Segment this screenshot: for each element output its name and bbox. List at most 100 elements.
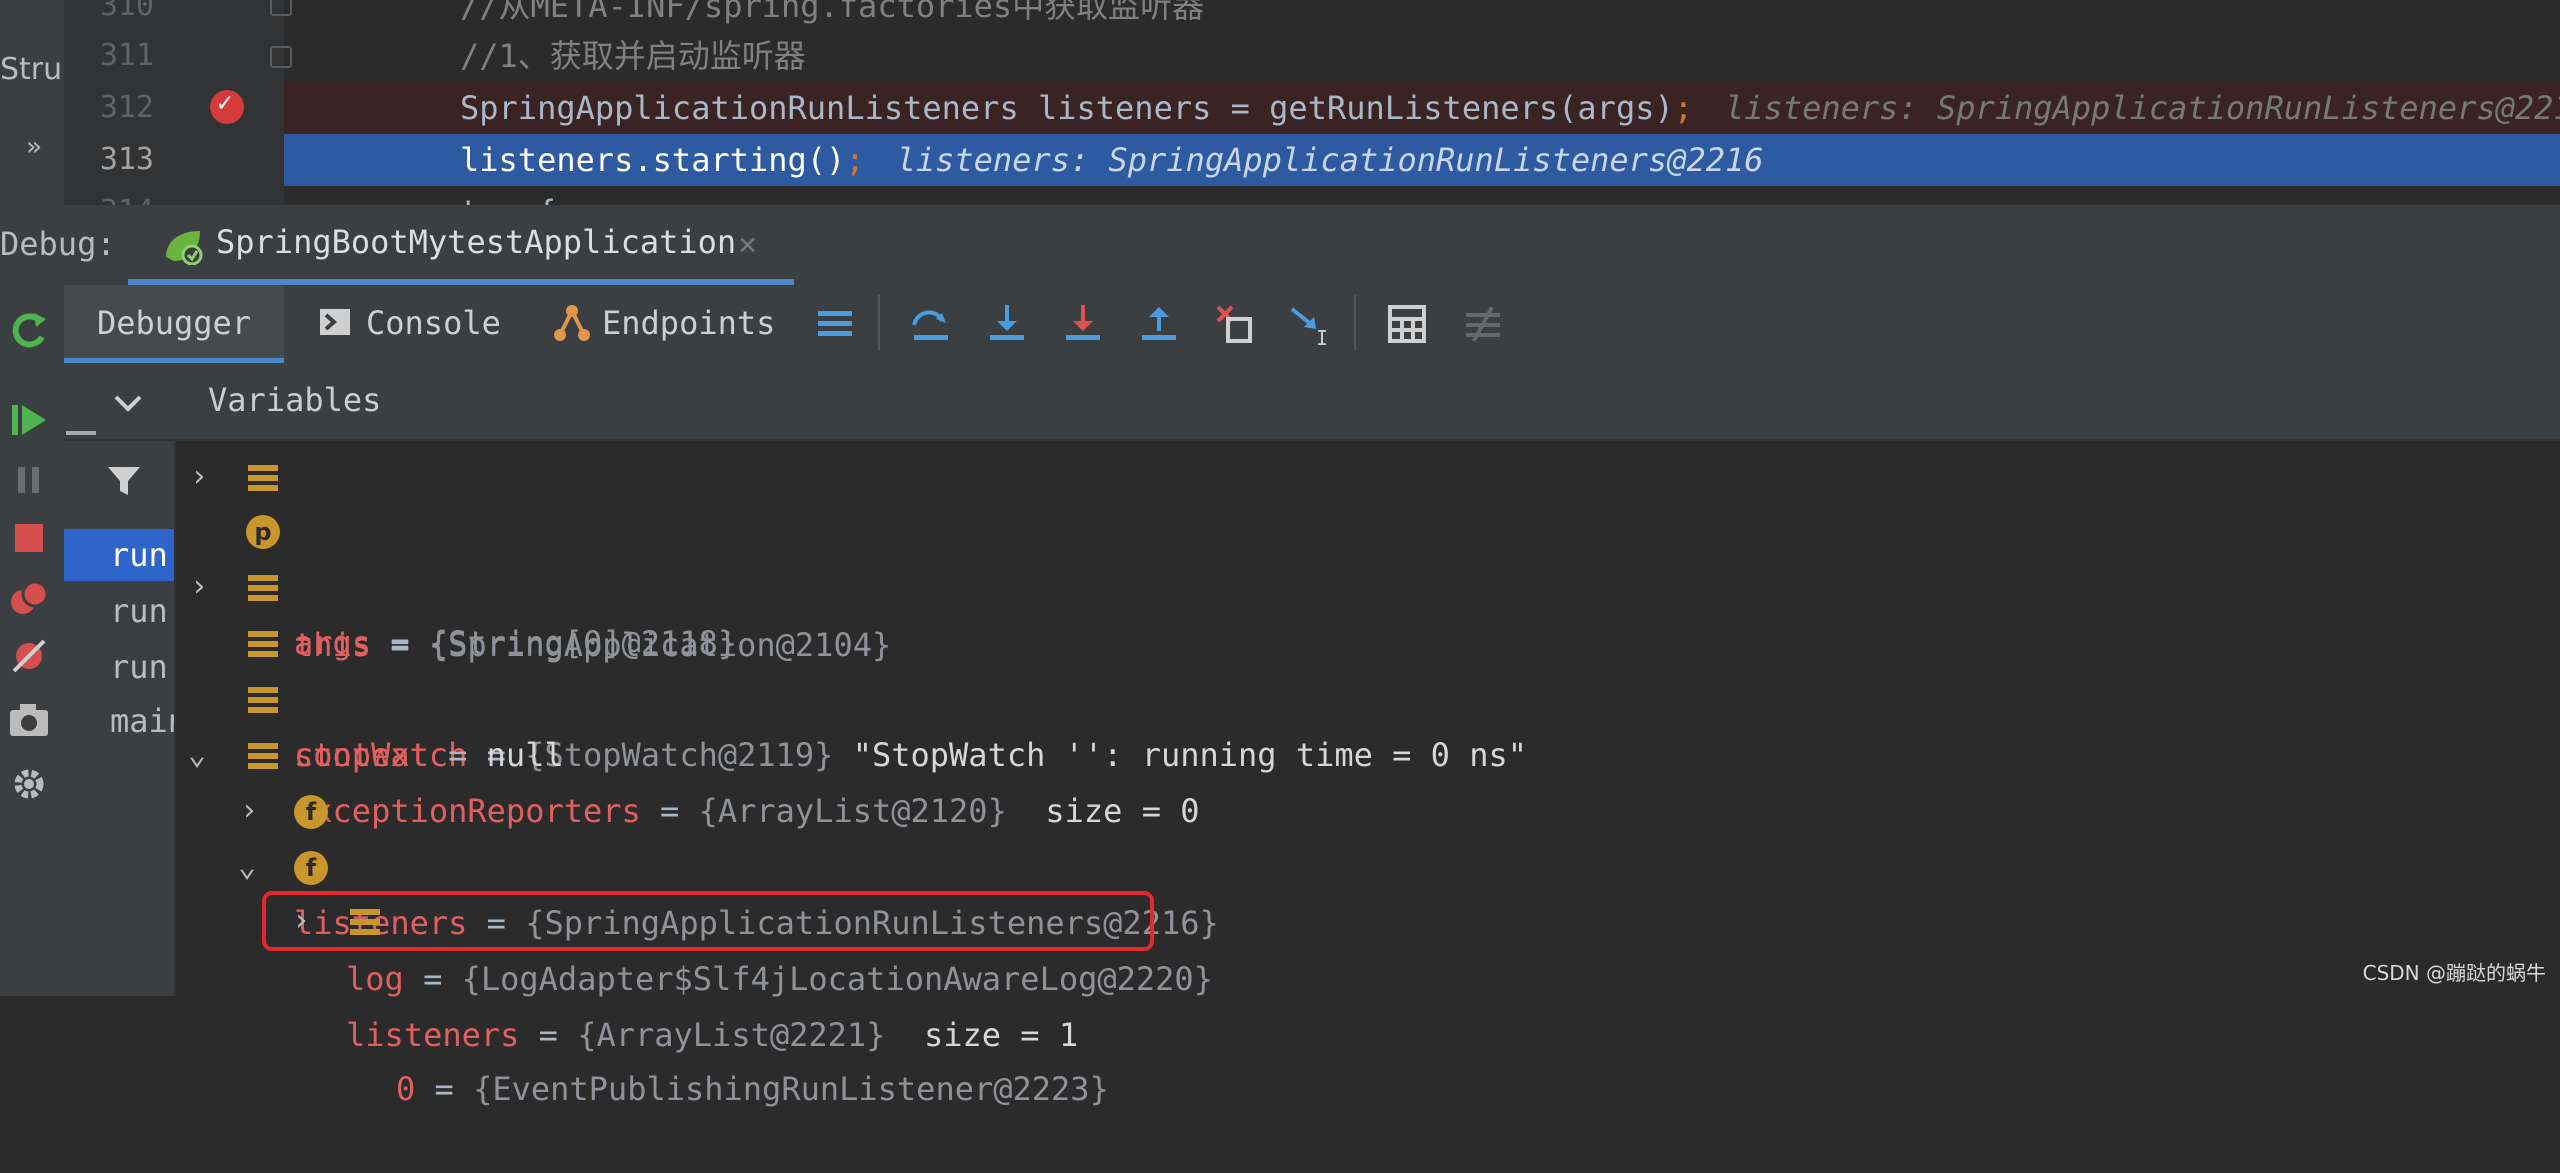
close-tab-icon[interactable]: × [738, 225, 757, 263]
field-list-icon [248, 687, 278, 713]
code-line: listeners.starting(); listeners: SpringAp… [460, 134, 1764, 186]
frames-panel: run run run main [64, 441, 176, 996]
code-text: SpringApplicationRunListeners listeners … [460, 89, 1674, 127]
line-number: 311 [99, 38, 154, 73]
chevron-down-icon[interactable]: ⌄ [238, 839, 256, 895]
toolbar-separator [878, 295, 880, 351]
frames-header [64, 363, 176, 441]
pause-icon[interactable] [6, 457, 52, 503]
settings-icon[interactable] [6, 761, 52, 807]
equals-sign: = [538, 1016, 558, 1054]
code-line: try { [460, 186, 556, 205]
frame-item[interactable]: main [64, 695, 174, 747]
tab-console[interactable]: Console [318, 285, 518, 363]
field-list-icon [248, 575, 278, 601]
stop-icon[interactable] [6, 515, 52, 561]
variable-type: {EventPublishingRunListener@2223} [473, 1070, 1109, 1108]
equals-sign: = [423, 960, 443, 998]
collapse-bar-icon[interactable] [66, 431, 96, 435]
debug-tool-window-header: Debug: SpringBootMytestApplication × [0, 205, 2560, 287]
code-line: SpringApplicationRunListeners listeners … [460, 82, 2560, 134]
parameter-icon: p [246, 515, 280, 549]
chevron-right-icon[interactable]: › [190, 559, 208, 615]
debug-actions-strip [0, 285, 65, 996]
variable-row[interactable]: p args = {String[0]@2118} [176, 503, 2560, 662]
variable-name: 0 [396, 1070, 416, 1108]
show-execution-point-icon[interactable] [812, 301, 858, 347]
code-line: //1、获取并启动监听器 [460, 37, 806, 75]
line-number: 313 [99, 142, 154, 177]
force-step-into-icon[interactable] [1060, 301, 1106, 347]
tab-label: Console [366, 304, 501, 342]
tab-label: Debugger [96, 304, 252, 342]
variable-row[interactable]: ⌄ f listeners = {ArrayList@2221} size = … [176, 839, 2560, 1054]
annotation-highlight-box [262, 891, 1154, 951]
variable-row[interactable]: › this = {SpringApplication@2104} [176, 449, 2560, 664]
console-icon [320, 309, 350, 335]
variable-name: listeners [346, 1016, 520, 1054]
variables-title: Variables [208, 381, 382, 419]
chevron-right-icon[interactable]: › [190, 449, 208, 505]
expand-chevron-icon[interactable]: » [26, 132, 42, 162]
step-into-icon[interactable] [984, 301, 1030, 347]
line-number: 310 [99, 0, 154, 23]
spring-boot-debug-icon [166, 231, 203, 265]
tab-debugger[interactable]: Debugger [64, 285, 284, 363]
frame-item[interactable]: run [64, 529, 174, 581]
filter-icon[interactable] [104, 461, 144, 501]
fold-icon[interactable] [270, 0, 292, 16]
svg-text:I: I [1316, 326, 1328, 347]
variable-row[interactable]: ⌄ listeners = {SpringApplicationRunListe… [176, 727, 2560, 942]
variable-row[interactable]: context = null [176, 615, 2560, 774]
frame-item[interactable]: run [64, 641, 174, 693]
drop-frame-icon[interactable] [1212, 301, 1258, 347]
code-editor: Stru » 310 //从META-INF/spring.factories中… [0, 0, 2560, 205]
code-semicolon: ; [1673, 89, 1693, 127]
code-text: listeners.starting() [460, 141, 846, 179]
field-list-icon [248, 631, 278, 657]
trace-stream-icon[interactable] [1460, 301, 1506, 347]
view-breakpoints-icon[interactable] [6, 575, 52, 621]
code-line: //从META-INF/spring.factories中获取监听器 [460, 0, 1205, 25]
evaluate-expression-icon[interactable] [1384, 301, 1430, 347]
toolbar-separator [1354, 295, 1356, 351]
field-list-icon [248, 743, 278, 769]
endpoints-icon [554, 305, 590, 341]
structure-tab-label[interactable]: Stru [0, 52, 62, 87]
equals-sign: = [434, 1070, 454, 1108]
left-tool-strip: Stru » [0, 0, 65, 205]
camera-icon[interactable] [6, 697, 52, 743]
variable-row[interactable]: › stopWatch = {StopWatch@2119} "StopWatc… [176, 559, 2560, 774]
variable-row[interactable]: › f log = {LogAdapter$Slf4jLocationAware… [176, 783, 2560, 998]
chevron-down-icon[interactable]: ⌄ [188, 727, 206, 783]
line-number: 312 [99, 90, 154, 125]
inline-value-hint: listeners: SpringApplicationRunListeners… [1725, 89, 2560, 127]
variable-size: size = 1 [923, 1016, 1079, 1054]
debug-label: Debug: [0, 225, 116, 263]
variable-row[interactable]: exceptionReporters = {ArrayList@2120} si… [176, 671, 2560, 830]
variable-type: {ArrayList@2221} [577, 1016, 886, 1054]
line-number: 314 [64, 186, 154, 205]
field-list-icon [248, 465, 278, 491]
debug-session-tab[interactable]: SpringBootMytestApplication × [128, 205, 794, 285]
mute-breakpoints-icon[interactable] [6, 633, 52, 679]
field-icon: f [294, 795, 328, 829]
variables-header: Variables [176, 363, 2560, 441]
fold-icon[interactable] [270, 46, 292, 68]
variable-name: log [346, 960, 404, 998]
chevron-down-icon[interactable] [110, 385, 146, 421]
resume-icon[interactable] [6, 397, 52, 443]
breakpoint-icon[interactable] [210, 88, 244, 124]
field-icon: f [294, 851, 328, 885]
watermark: CSDN @蹦跶的蜗牛 [2362, 961, 2546, 985]
debugger-toolbar: Debugger Console Endpoints I [64, 285, 2560, 365]
run-to-cursor-icon[interactable]: I [1288, 301, 1334, 347]
debug-session-title: SpringBootMytestApplication [216, 223, 737, 261]
tab-endpoints[interactable]: Endpoints [552, 285, 792, 363]
step-over-icon[interactable] [908, 301, 954, 347]
rerun-icon[interactable] [6, 307, 52, 353]
frame-item[interactable]: run [64, 585, 174, 637]
chevron-right-icon[interactable]: › [240, 783, 258, 839]
code-semicolon: ; [845, 141, 865, 179]
step-out-icon[interactable] [1136, 301, 1182, 347]
